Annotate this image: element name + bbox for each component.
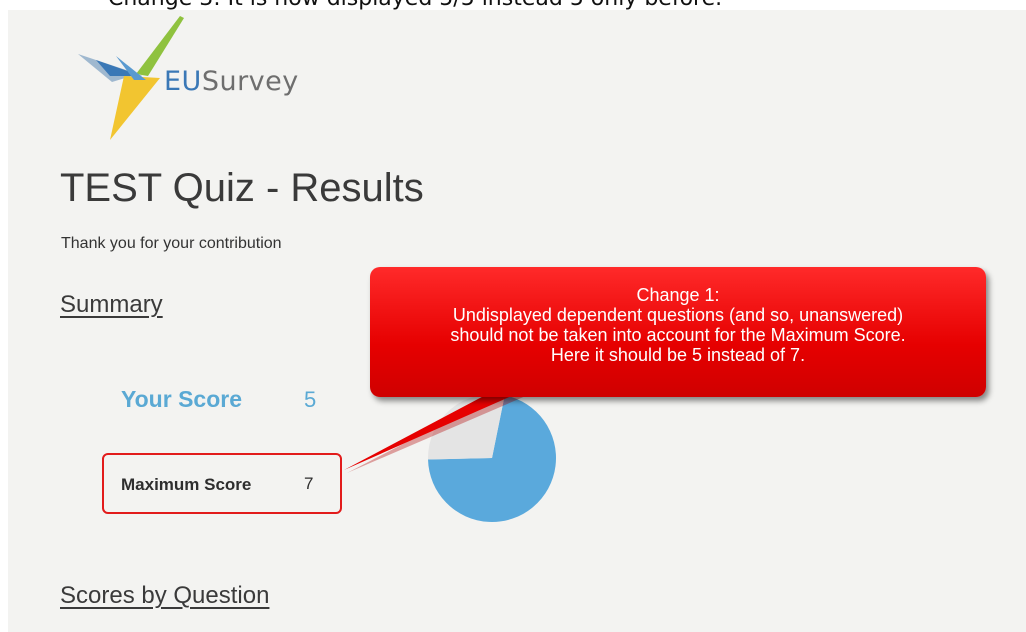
score-pie-chart <box>428 394 556 522</box>
your-score-value: 5 <box>304 387 317 412</box>
thank-you-message: Thank you for your contribution <box>61 235 282 252</box>
change-1-callout: Change 1: Undisplayed dependent question… <box>370 267 986 397</box>
maximum-score-value: 7 <box>304 474 314 493</box>
your-score-label: Your Score <box>121 386 242 412</box>
summary-heading: Summary <box>60 291 163 318</box>
callout-line-2: should not be taken into account for the… <box>450 325 906 345</box>
logo-wordmark-eu: EU <box>164 66 202 97</box>
callout-line-3: Here it should be 5 instead of 7. <box>550 345 806 365</box>
top-annotation-note: Change 3: It is now displayed 5/5 instea… <box>108 0 722 11</box>
page-title: TEST Quiz - Results <box>60 166 424 210</box>
logo-wordmark: EUSurvey <box>164 66 299 97</box>
eusurvey-logo: EUSurvey <box>76 16 316 144</box>
callout-line-1: Undisplayed dependent questions (and so,… <box>452 305 904 325</box>
maximum-score-label: Maximum Score <box>121 475 252 494</box>
callout-title: Change 1: <box>636 285 720 305</box>
pie-slice-1 <box>428 394 505 460</box>
logo-wordmark-survey: Survey <box>201 66 299 97</box>
scores-by-question-heading: Scores by Question <box>60 582 270 609</box>
